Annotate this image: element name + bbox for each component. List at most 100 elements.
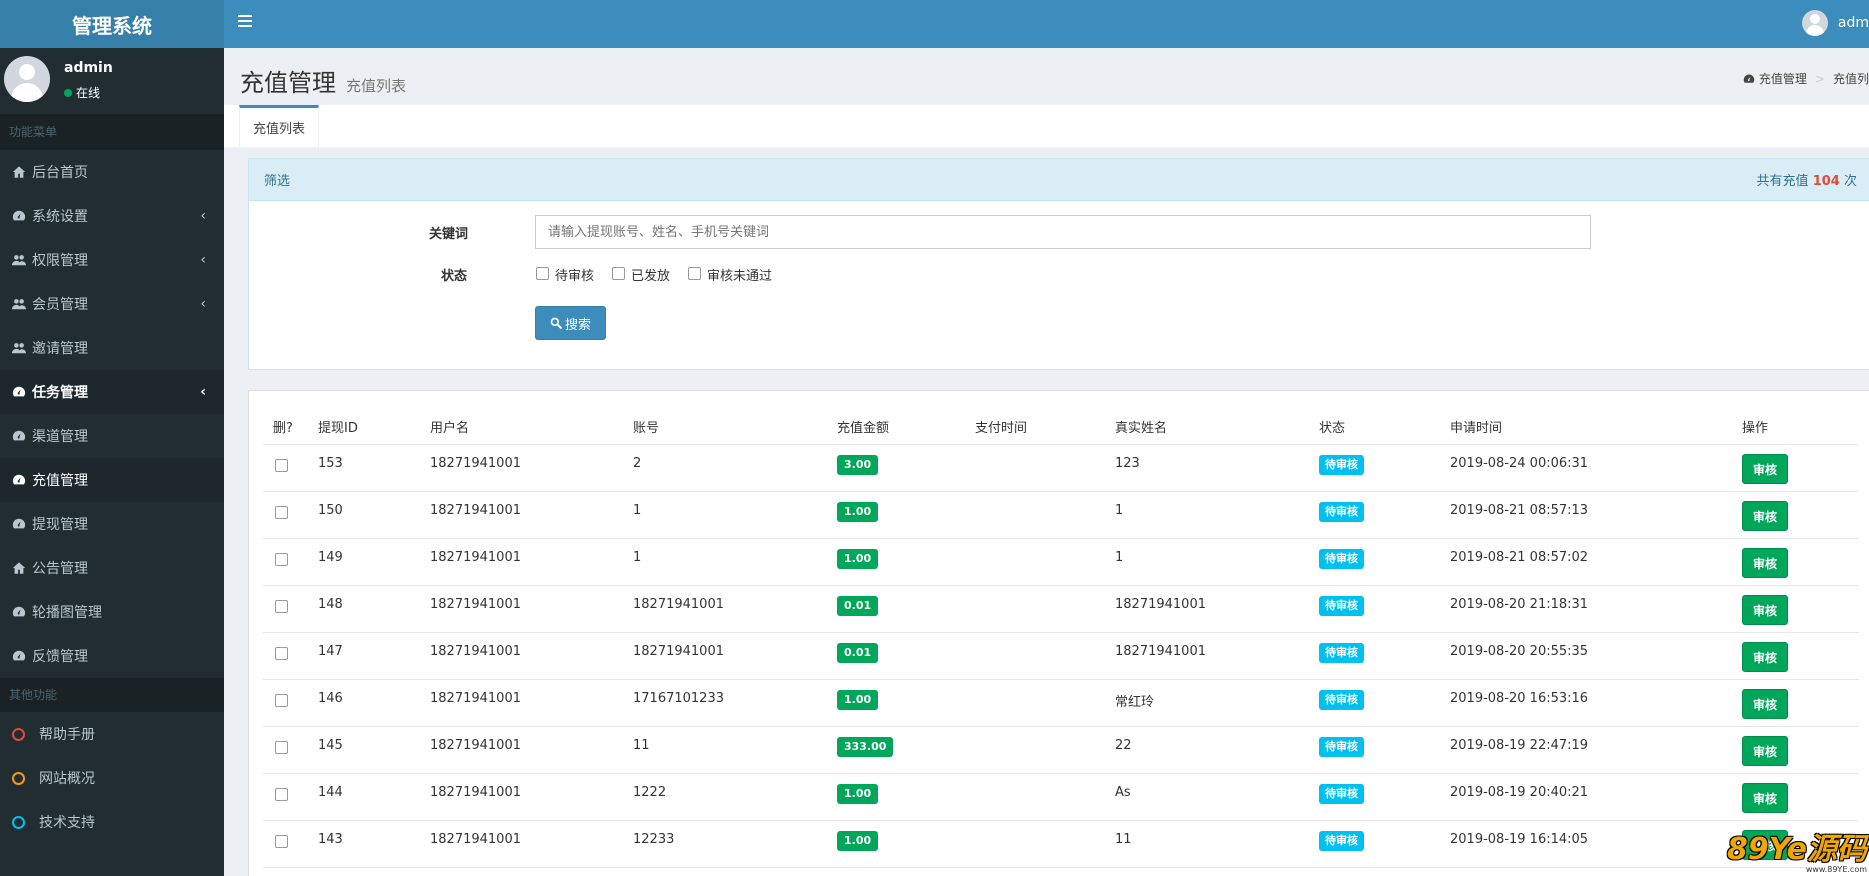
sidebar-item-10[interactable]: 公告管理 — [0, 546, 224, 590]
col-amount: 充值金额 — [837, 421, 890, 436]
col-id: 提现ID — [318, 421, 358, 436]
sidebar-item-4[interactable]: 会员管理 ‹ — [0, 282, 224, 326]
sidebar-item-9[interactable]: 提现管理 — [0, 502, 224, 546]
filter-header: 筛选 共有充值 104 次 — [249, 159, 1869, 201]
main-content: 充值管理 充值列表 充值管理 > 充值列 充值列表 筛选 共有充值 104 次 关… — [224, 48, 1869, 876]
sidebar-item-label: 系统设置 — [32, 209, 88, 225]
status-issued-checkbox[interactable] — [612, 267, 625, 280]
status-rejected-checkbox[interactable] — [688, 267, 701, 280]
cell-apply-time: 2019-08-21 08:57:13 — [1450, 503, 1589, 518]
cell-apply-time: 2019-08-19 16:14:05 — [1450, 832, 1589, 847]
status-pending-checkbox[interactable] — [536, 267, 549, 280]
dashboard-icon — [12, 650, 26, 661]
sidebar-item-3[interactable]: 权限管理 ‹ — [0, 238, 224, 282]
sidebar-item-label: 轮播图管理 — [32, 605, 102, 621]
sidebar-item-label: 后台首页 — [32, 165, 88, 181]
sidebar-other-item-3[interactable]: 技术支持 — [0, 800, 224, 844]
sidebar-item-8[interactable]: 充值管理 — [0, 458, 224, 502]
sidebar-item-label: 公告管理 — [32, 561, 88, 577]
circle-icon — [12, 815, 25, 829]
col-apply-time: 申请时间 — [1450, 421, 1503, 436]
cell-account: 12233 — [633, 832, 675, 847]
circle-icon — [12, 771, 25, 785]
sidebar-item-5[interactable]: 邀请管理 — [0, 326, 224, 370]
audit-button[interactable]: 审核 — [1742, 689, 1788, 719]
dashboard-icon — [12, 210, 26, 221]
table-row: 143 18271941001 12233 1.00 11 待审核 2019-08-19 1… — [249, 821, 1869, 868]
search-button[interactable]: 搜索 — [535, 306, 606, 340]
app-logo[interactable]: 管理系统 — [0, 0, 224, 48]
status-badge: 待审核 — [1319, 784, 1364, 804]
cell-id: 150 — [318, 503, 343, 518]
table-row: 150 18271941001 1 1.00 1 待审核 2019-08-21 08:57:… — [249, 492, 1869, 539]
audit-button[interactable]: 审核 — [1742, 783, 1788, 813]
audit-button[interactable]: 审核 — [1742, 548, 1788, 578]
cell-account: 2 — [633, 456, 642, 471]
dashboard-icon — [1743, 74, 1755, 83]
tab-recharge-list[interactable]: 充值列表 — [239, 105, 319, 147]
cell-real-name: 常红玲 — [1115, 695, 1155, 710]
home-icon — [12, 166, 26, 178]
sidebar-item-6[interactable]: 任务管理 ‹ — [0, 370, 224, 414]
sidebar-other-item-1[interactable]: 帮助手册 — [0, 712, 224, 756]
keyword-input[interactable] — [535, 215, 1591, 249]
home-icon — [12, 562, 26, 574]
row-delete-checkbox[interactable] — [275, 694, 288, 707]
row-delete-checkbox[interactable] — [275, 506, 288, 519]
watermark-text: 89Ye源码 — [1727, 832, 1867, 867]
dashboard-icon — [12, 386, 26, 397]
sidebar: admin 在线 功能菜单 后台首页 系统设置 ‹ 权限管理 ‹ 会员管理 ‹ 邀请管理 任务管… — [0, 48, 224, 876]
search-button-label: 搜索 — [564, 317, 591, 333]
table-row: 145 18271941001 11 333.00 22 待审核 2019-08-19 22… — [249, 727, 1869, 774]
sidebar-toggle-icon[interactable] — [238, 13, 252, 27]
dashboard-icon — [12, 474, 26, 485]
sidebar-item-1[interactable]: 后台首页 — [0, 150, 224, 194]
tabs-bar: 充值列表 — [224, 105, 1869, 148]
sidebar-item-label: 任务管理 — [32, 385, 88, 401]
table-row: 144 18271941001 1222 1.00 As 待审核 2019-08-19 20… — [249, 774, 1869, 821]
breadcrumb-item-recharge[interactable]: 充值管理 — [1759, 70, 1807, 87]
cell-username: 18271941001 — [430, 691, 521, 706]
cell-apply-time: 2019-08-20 16:53:16 — [1450, 691, 1589, 706]
cell-username: 18271941001 — [430, 644, 521, 659]
sidebar-item-12[interactable]: 反馈管理 — [0, 634, 224, 678]
status-rejected-label: 审核未通过 — [707, 269, 773, 284]
status-badge: 待审核 — [1319, 596, 1364, 616]
filter-title: 筛选 — [264, 174, 291, 189]
cell-real-name: 1 — [1115, 550, 1124, 565]
user-menu[interactable]: adm — [1801, 10, 1869, 36]
dashboard-icon — [12, 518, 26, 529]
amount-badge: 0.01 — [837, 643, 879, 663]
row-delete-checkbox[interactable] — [275, 788, 288, 801]
sidebar-item-7[interactable]: 渠道管理 — [0, 414, 224, 458]
recharge-table: 删? 提现ID 用户名 账号 充值金额 支付时间 真实姓名 状态 申请时间 操作… — [248, 390, 1869, 876]
sidebar-item-2[interactable]: 系统设置 ‹ — [0, 194, 224, 238]
row-delete-checkbox[interactable] — [275, 600, 288, 613]
row-delete-checkbox[interactable] — [275, 835, 288, 848]
sidebar-item-label: 权限管理 — [32, 253, 88, 269]
col-account: 账号 — [633, 421, 660, 436]
cell-id: 147 — [318, 644, 343, 659]
cell-account: 18271941001 — [633, 644, 724, 659]
row-delete-checkbox[interactable] — [275, 741, 288, 754]
status-pending-label: 待审核 — [555, 269, 595, 284]
breadcrumb: 充值管理 > 充值列 — [1743, 70, 1869, 87]
watermark-url: www.89YE.com — [1805, 865, 1867, 874]
row-delete-checkbox[interactable] — [275, 459, 288, 472]
row-delete-checkbox[interactable] — [275, 553, 288, 566]
cell-real-name: 11 — [1115, 832, 1132, 847]
sidebar-item-11[interactable]: 轮播图管理 — [0, 590, 224, 634]
col-action: 操作 — [1742, 421, 1769, 436]
sidebar-other-item-2[interactable]: 网站概况 — [0, 756, 224, 800]
sidebar-item-label: 网站概况 — [39, 771, 95, 787]
audit-button[interactable]: 审核 — [1742, 642, 1788, 672]
table-row: 153 18271941001 2 3.00 123 待审核 2019-08-24 00:0… — [249, 445, 1869, 492]
cell-id: 146 — [318, 691, 343, 706]
audit-button[interactable]: 审核 — [1742, 454, 1788, 484]
cell-id: 145 — [318, 738, 343, 753]
audit-button[interactable]: 审核 — [1742, 501, 1788, 531]
audit-button[interactable]: 审核 — [1742, 595, 1788, 625]
audit-button[interactable]: 审核 — [1742, 736, 1788, 766]
row-delete-checkbox[interactable] — [275, 647, 288, 660]
cell-apply-time: 2019-08-20 20:55:35 — [1450, 644, 1589, 659]
